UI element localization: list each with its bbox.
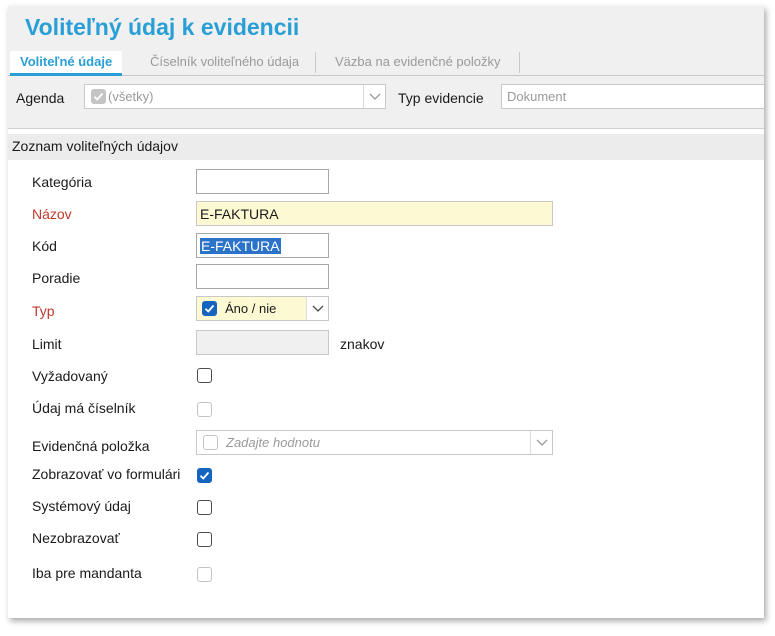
- iba-pre-mandanta-label: Iba pre mandanta: [32, 565, 142, 581]
- vyzadovany-label: Vyžadovaný: [32, 368, 108, 384]
- nezobrazovat-checkbox[interactable]: [197, 532, 212, 547]
- chevron-down-icon: [369, 93, 381, 100]
- section-title: Zoznam voliteľných údajov: [12, 138, 178, 154]
- limit-input[interactable]: [196, 330, 329, 355]
- tab-bar: Voliteľné údaje Číselník voliteľného úda…: [8, 46, 764, 76]
- agenda-dropdown[interactable]: [363, 85, 385, 108]
- vyzadovany-checkbox[interactable]: [197, 368, 212, 383]
- section-header: Zoznam voliteľných údajov: [8, 134, 764, 160]
- typ-value: Áno / nie: [225, 301, 277, 316]
- nezobrazovat-label: Nezobrazovať: [32, 530, 120, 546]
- typ-evidencie-value: Dokument: [507, 89, 567, 104]
- poradie-label: Poradie: [32, 270, 81, 286]
- agenda-combo[interactable]: (všetky): [84, 84, 386, 109]
- typ-combo[interactable]: Áno / nie: [196, 296, 329, 321]
- check-icon: [93, 92, 104, 101]
- check-icon: [199, 471, 210, 480]
- evidencna-polozka-check: [203, 435, 218, 450]
- agenda-label: Agenda: [16, 90, 65, 106]
- kategoria-label: Kategória: [32, 174, 92, 190]
- udaj-ma-ciselnik-label: Údaj má číselník: [32, 400, 136, 416]
- evidencna-polozka-label: Evidenčná položka: [32, 438, 150, 454]
- typ-evidencie-label: Typ evidencie: [398, 90, 484, 106]
- tab-vazba[interactable]: Väzba na evidenčné položky: [335, 51, 501, 76]
- typ-dropdown[interactable]: [306, 297, 328, 320]
- systemovy-checkbox[interactable]: [197, 500, 212, 515]
- poradie-input[interactable]: [196, 264, 329, 289]
- window-title: Voliteľný údaj k evidencii: [25, 14, 300, 40]
- chevron-down-icon: [536, 439, 548, 446]
- nazov-label: Názov: [32, 206, 72, 222]
- nazov-value: E-FAKTURA: [200, 206, 279, 222]
- systemovy-label: Systémový údaj: [32, 498, 131, 514]
- limit-label: Limit: [32, 336, 62, 352]
- agenda-value: (všetky): [108, 89, 154, 104]
- typ-check: [202, 301, 217, 316]
- kod-value: E-FAKTURA: [200, 238, 281, 254]
- limit-unit: znakov: [340, 336, 385, 352]
- iba-pre-mandanta-checkbox[interactable]: [197, 567, 212, 582]
- chevron-down-icon: [312, 305, 324, 312]
- evidencna-polozka-combo[interactable]: Zadajte hodnotu: [196, 430, 553, 455]
- dialog-window: Voliteľný údaj k evidencii Voliteľné úda…: [8, 6, 764, 618]
- evidencna-polozka-placeholder: Zadajte hodnotu: [226, 435, 320, 450]
- tab-volitelne-udaje[interactable]: Voliteľné údaje: [10, 51, 123, 76]
- agenda-check: [91, 89, 106, 104]
- title-bar: Voliteľný údaj k evidencii: [8, 6, 764, 46]
- tab-ciselnik[interactable]: Číselník voliteľného údaja: [150, 51, 299, 76]
- evidencna-polozka-dropdown[interactable]: [530, 431, 552, 454]
- zobrazovat-checkbox[interactable]: [197, 468, 212, 483]
- typ-label: Typ: [32, 303, 55, 319]
- udaj-ma-ciselnik-checkbox[interactable]: [197, 402, 212, 417]
- check-icon: [204, 304, 215, 313]
- kod-input[interactable]: E-FAKTURA: [196, 233, 329, 258]
- kod-label: Kód: [32, 238, 57, 254]
- zobrazovat-label: Zobrazovať vo formulári: [32, 466, 181, 482]
- nazov-input[interactable]: E-FAKTURA: [196, 201, 553, 226]
- tab-separator: [519, 52, 520, 73]
- tab-separator: [315, 52, 316, 73]
- typ-evidencie-field[interactable]: Dokument: [501, 84, 764, 109]
- filter-bar: Agenda (všetky) Typ evidencie Dokument: [8, 76, 764, 129]
- kategoria-input[interactable]: [196, 169, 329, 194]
